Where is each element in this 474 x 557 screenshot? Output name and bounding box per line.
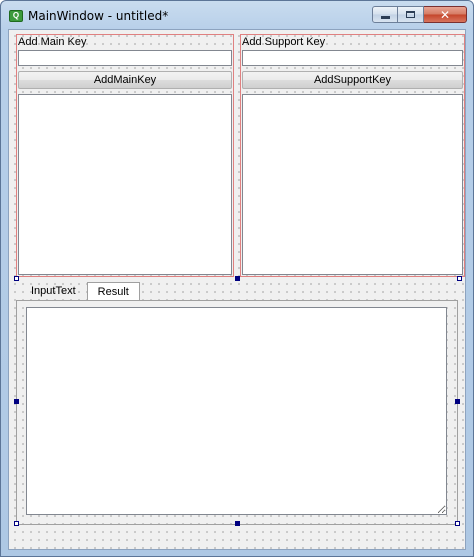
main-key-input[interactable] [18,50,232,66]
add-support-key-button[interactable]: AddSupportKey [242,71,463,89]
minimize-button[interactable] [372,6,398,23]
tab-bar: InputText Result [20,282,140,301]
support-key-input[interactable] [242,50,463,66]
maximize-icon [406,11,415,18]
result-text-area[interactable] [26,307,447,515]
selection-handle[interactable] [455,521,460,526]
maximize-button[interactable] [398,6,424,23]
close-button[interactable]: ✕ [424,6,467,23]
main-key-label: Add Main Key [18,36,87,48]
main-window: Q MainWindow - untitled* ✕ Add Main Key … [0,0,474,557]
selection-handle[interactable] [14,399,19,404]
selection-handle[interactable] [14,521,19,526]
selection-handle[interactable] [235,276,240,281]
minimize-icon [380,15,390,19]
qt-app-icon: Q [9,10,23,22]
tab-pane [16,300,458,525]
selection-handle[interactable] [14,276,19,281]
main-key-list[interactable] [18,94,232,275]
support-key-list[interactable] [242,94,463,275]
tab-inputtext[interactable]: InputText [20,282,87,300]
selection-handle[interactable] [235,521,240,526]
window-title: MainWindow - untitled* [28,9,169,23]
support-key-layout[interactable]: Add Support Key AddSupportKey [240,34,465,277]
title-bar[interactable]: Q MainWindow - untitled* ✕ [1,1,473,29]
form-canvas[interactable]: Add Main Key AddMainKey Add Support Key … [8,29,466,550]
main-key-layout[interactable]: Add Main Key AddMainKey [16,34,234,277]
tab-widget: InputText Result [16,282,458,527]
tab-result[interactable]: Result [86,282,140,301]
support-key-label: Add Support Key [242,36,326,48]
add-main-key-button[interactable]: AddMainKey [18,71,232,89]
window-controls: ✕ [372,6,467,23]
selection-handle[interactable] [455,399,460,404]
close-icon: ✕ [439,7,451,22]
selection-handle[interactable] [457,276,462,281]
